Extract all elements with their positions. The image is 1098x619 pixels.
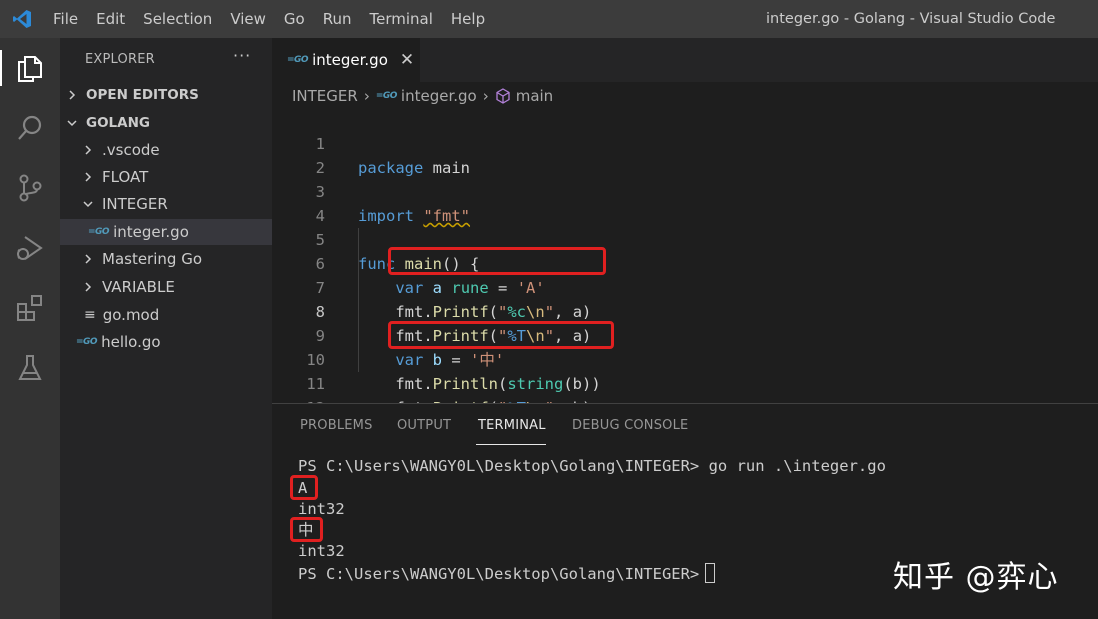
tab-debug-console[interactable]: DEBUG CONSOLE xyxy=(572,418,688,433)
tab-terminal[interactable]: TERMINAL xyxy=(478,418,546,433)
terminal-cursor xyxy=(705,563,716,583)
search-icon[interactable] xyxy=(0,98,60,158)
file-lines-icon: ≡ xyxy=(84,307,96,323)
tree-item-mastering-go[interactable]: Mastering Go xyxy=(60,246,272,272)
chevron-right-icon: › xyxy=(363,87,370,105)
tree-item-label: FLOAT xyxy=(102,168,149,186)
tree-item-label: Mastering Go xyxy=(102,250,202,268)
window-title: integer.go - Golang - Visual Studio Code xyxy=(766,11,1056,27)
code-line: 11 fmt.Printf("%T\n", b) xyxy=(272,348,1098,403)
tree-item-vscode[interactable]: .vscode xyxy=(60,137,272,163)
indent-guide xyxy=(358,228,359,372)
title-bar: File Edit Selection View Go Run Terminal… xyxy=(0,0,1098,38)
go-file-icon: =GO xyxy=(375,91,398,101)
more-actions-icon[interactable]: ··· xyxy=(233,46,251,65)
explorer-sidebar: EXPLORER ··· OPEN EDITORS GOLANG .vscode… xyxy=(60,38,272,619)
method-cube-icon xyxy=(496,88,510,104)
code-line: 2 xyxy=(272,132,1098,177)
chevron-down-icon xyxy=(67,120,77,127)
tree-item-integer-go[interactable]: =GO integer.go xyxy=(60,219,272,245)
breadcrumb-symbol[interactable]: main xyxy=(516,87,553,105)
menu-edit[interactable]: Edit xyxy=(87,0,134,38)
breadcrumb-folder[interactable]: INTEGER xyxy=(292,87,358,105)
tree-item-label: INTEGER xyxy=(102,195,168,213)
code-line: 5 func main() { xyxy=(272,204,1098,273)
highlight-box xyxy=(388,321,614,349)
code-line: 8 fmt.Printf("%T\n", a) xyxy=(272,276,1098,345)
tab-integer-go[interactable]: =GO integer.go ✕ xyxy=(272,38,420,82)
explorer-header: EXPLORER xyxy=(85,52,155,67)
code-line: 12 } xyxy=(272,372,1098,403)
highlight-box xyxy=(290,517,323,542)
code-line: 3 import "fmt" xyxy=(272,156,1098,225)
code-line: 13 xyxy=(272,396,1098,403)
chevron-down-icon xyxy=(83,201,93,208)
run-debug-icon[interactable] xyxy=(0,218,60,278)
highlight-box xyxy=(388,247,606,275)
menu-bar: File Edit Selection View Go Run Terminal… xyxy=(44,0,494,38)
tab-output[interactable]: OUTPUT xyxy=(397,418,451,433)
source-control-icon[interactable] xyxy=(0,158,60,218)
close-icon[interactable]: ✕ xyxy=(400,50,414,70)
extensions-icon[interactable] xyxy=(0,278,60,338)
vscode-logo-icon xyxy=(0,0,44,38)
explorer-icon[interactable] xyxy=(0,38,60,98)
chevron-right-icon xyxy=(85,282,92,292)
terminal-prompt[interactable]: PS C:\Users\WANGY0L\Desktop\Golang\INTEG… xyxy=(298,563,716,585)
open-editors-section[interactable]: OPEN EDITORS xyxy=(60,82,272,108)
chevron-right-icon xyxy=(69,90,76,100)
breadcrumb: INTEGER › =GO integer.go › main xyxy=(272,82,1098,110)
breadcrumb-file[interactable]: integer.go xyxy=(401,87,477,105)
code-line: 4 xyxy=(272,180,1098,225)
menu-help[interactable]: Help xyxy=(442,0,494,38)
tree-item-go-mod[interactable]: ≡ go.mod xyxy=(60,302,272,328)
tree-item-label: go.mod xyxy=(102,306,160,324)
chevron-right-icon xyxy=(85,145,92,155)
tree-item-variable[interactable]: VARIABLE xyxy=(60,274,272,300)
menu-go[interactable]: Go xyxy=(275,0,314,38)
go-file-icon: =GO xyxy=(76,337,98,347)
tree-item-label: .vscode xyxy=(102,141,160,159)
workspace-label: GOLANG xyxy=(86,115,150,131)
terminal-prompt-text: PS C:\Users\WANGY0L\Desktop\Golang\INTEG… xyxy=(298,565,700,583)
go-file-icon: =GO xyxy=(287,55,309,65)
chevron-right-icon: › xyxy=(482,87,489,105)
open-editors-label: OPEN EDITORS xyxy=(86,87,199,103)
tab-problems[interactable]: PROBLEMS xyxy=(300,418,373,433)
workspace-section[interactable]: GOLANG xyxy=(60,110,272,136)
terminal-line: int32 xyxy=(298,542,345,560)
highlight-box xyxy=(290,475,318,500)
terminal-line: PS C:\Users\WANGY0L\Desktop\Golang\INTEG… xyxy=(298,457,886,475)
tree-item-label: hello.go xyxy=(101,333,161,351)
code-line: 1 package main xyxy=(272,108,1098,177)
menu-selection[interactable]: Selection xyxy=(134,0,221,38)
chevron-right-icon xyxy=(85,172,92,182)
testing-icon[interactable] xyxy=(0,338,60,398)
go-file-icon: =GO xyxy=(88,227,110,237)
active-indicator xyxy=(0,50,2,86)
tree-item-hello-go[interactable]: =GO hello.go xyxy=(60,329,272,355)
tree-item-float[interactable]: FLOAT xyxy=(60,164,272,190)
tree-item-integer[interactable]: INTEGER xyxy=(60,191,272,217)
menu-view[interactable]: View xyxy=(221,0,275,38)
active-tab-underline xyxy=(476,444,546,445)
editor-tabs: =GO integer.go ✕ xyxy=(272,38,1098,82)
activity-bar xyxy=(0,38,60,619)
watermark: 知乎 @弈心 xyxy=(893,560,1059,595)
menu-terminal[interactable]: Terminal xyxy=(361,0,442,38)
tree-item-label: VARIABLE xyxy=(102,278,175,296)
chevron-right-icon xyxy=(85,254,92,264)
menu-file[interactable]: File xyxy=(44,0,87,38)
tab-label: integer.go xyxy=(312,51,388,69)
menu-run[interactable]: Run xyxy=(314,0,361,38)
tree-item-label: integer.go xyxy=(113,223,189,241)
